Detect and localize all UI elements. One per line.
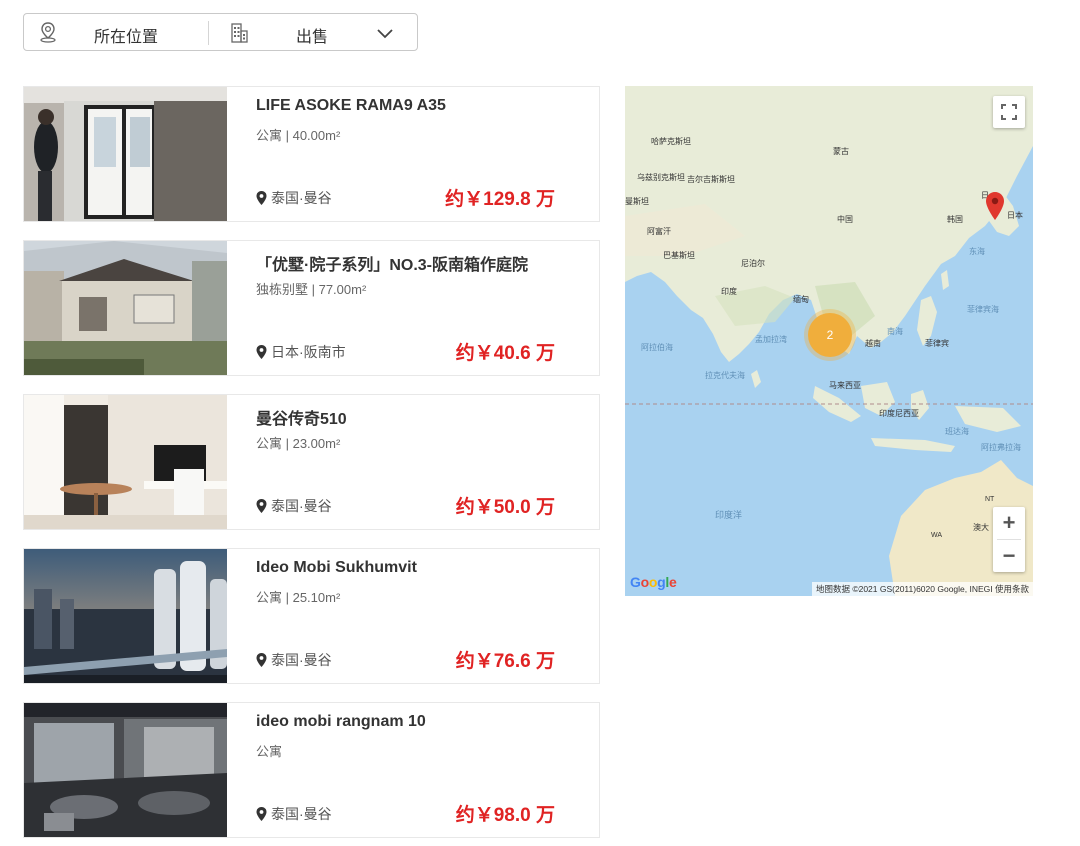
map-label: 马来西亚	[829, 381, 861, 390]
map-label: 班达海	[945, 427, 969, 436]
map-label: 阿拉弗拉海	[981, 443, 1021, 452]
map-label: 印度尼西亚	[879, 409, 919, 418]
map-label: 尼泊尔	[741, 259, 765, 268]
map-label: 阿拉伯海	[641, 343, 673, 352]
listing-location: 泰国·曼谷	[256, 496, 332, 516]
chevron-down-icon[interactable]	[376, 26, 394, 40]
map-label: 越南	[865, 339, 881, 348]
location-pin-icon	[256, 345, 267, 359]
listing-card[interactable]: 「优墅·院子系列」NO.3-阪南箱作庭院 独栋别墅 | 77.00m² 日本·阪…	[23, 240, 600, 376]
listing-card[interactable]: ideo mobi rangnam 10 公寓 泰国·曼谷 约￥98.0 万	[23, 702, 600, 838]
map-label: 印度	[721, 287, 737, 296]
map-attribution[interactable]: 地图数据 ©2021 GS(2011)6020 Google, INEGI 使用…	[811, 582, 1033, 596]
map-marker-icon[interactable]	[986, 192, 1004, 220]
map-label: 菲律宾海	[967, 305, 999, 314]
listing-location: 泰国·曼谷	[256, 804, 332, 824]
listing-photo[interactable]	[24, 241, 227, 375]
location-filter-label[interactable]: 所在位置	[94, 23, 158, 47]
listing-meta: 公寓	[256, 744, 283, 759]
map-label: 澳大	[973, 523, 989, 532]
listing-photo[interactable]	[24, 395, 227, 529]
fullscreen-button[interactable]	[993, 96, 1025, 128]
location-pin-icon	[256, 653, 267, 667]
listing-location-text: 日本·阪南市	[271, 344, 346, 360]
map-label: 中国	[837, 215, 853, 224]
listing-meta: 公寓 | 23.00m²	[256, 436, 341, 451]
map-label: 南海	[887, 327, 903, 336]
listing-price: 约￥129.8 万	[445, 189, 555, 210]
listing-location-text: 泰国·曼谷	[271, 190, 332, 206]
map-label: 印度洋	[715, 510, 743, 520]
map-label: 蒙古	[833, 147, 849, 156]
map-label: 拉克代夫海	[705, 371, 745, 380]
listing-meta: 独栋别墅 | 77.00m²	[256, 282, 367, 297]
location-pin-icon	[256, 807, 267, 821]
map-label: 吉尔吉斯斯坦	[687, 175, 735, 184]
listing-location-text: 泰国·曼谷	[271, 806, 332, 822]
listing-photo[interactable]	[24, 549, 227, 683]
map-label: 韩国	[947, 215, 963, 224]
map-label: 孟加拉湾	[755, 335, 787, 344]
location-pin-icon	[256, 191, 267, 205]
map-label: 乌兹别克斯坦	[637, 173, 685, 182]
listing-price: 约￥76.6 万	[455, 651, 555, 672]
map-label: NT	[985, 496, 995, 503]
listing-title[interactable]: Ideo Mobi Sukhumvit	[256, 559, 417, 577]
map-label: 缅甸	[793, 295, 809, 304]
map-label: 东海	[969, 247, 985, 256]
listing-price: 约￥40.6 万	[455, 343, 555, 364]
map-label: WA	[931, 532, 943, 539]
listing-location: 泰国·曼谷	[256, 650, 332, 670]
listing-price: 约￥98.0 万	[455, 805, 555, 826]
listing-location: 日本·阪南市	[256, 342, 346, 362]
listing-price: 约￥50.0 万	[455, 497, 555, 518]
listing-location-text: 泰国·曼谷	[271, 498, 332, 514]
listing-location-text: 泰国·曼谷	[271, 652, 332, 668]
map-label: 哈萨克斯坦	[651, 137, 691, 146]
map-label: 巴基斯坦	[663, 251, 695, 260]
listing-title[interactable]: 「优墅·院子系列」NO.3-阪南箱作庭院	[256, 251, 528, 275]
map-view[interactable]: 哈萨克斯坦 蒙古 乌兹别克斯坦 吉尔吉斯斯坦 曼斯坦 阿富汗 巴基斯坦 中国 尼…	[625, 86, 1033, 596]
zoom-control: + −	[993, 507, 1025, 572]
listing-meta: 公寓 | 40.00m²	[256, 128, 341, 143]
location-pin-icon[interactable]	[38, 21, 58, 43]
map-cluster-marker[interactable]: 2	[808, 313, 852, 357]
listing-location: 泰国·曼谷	[256, 188, 332, 208]
listing-title[interactable]: 曼谷传奇510	[256, 405, 347, 429]
building-icon[interactable]	[229, 22, 249, 44]
filter-divider	[208, 21, 209, 45]
map-label: 曼斯坦	[625, 197, 649, 206]
map-label: 阿富汗	[647, 227, 671, 236]
map-label: 日本	[1007, 211, 1023, 220]
listing-card[interactable]: Ideo Mobi Sukhumvit 公寓 | 25.10m² 泰国·曼谷 约…	[23, 548, 600, 684]
location-pin-icon	[256, 499, 267, 513]
google-logo[interactable]: Google	[630, 574, 677, 590]
fullscreen-icon	[1001, 104, 1017, 120]
listing-title[interactable]: ideo mobi rangnam 10	[256, 713, 426, 731]
sale-type-select[interactable]: 出售	[296, 23, 328, 47]
filter-bar: 所在位置 出售	[23, 13, 418, 51]
listing-title[interactable]: LIFE ASOKE RAMA9 A35	[256, 97, 446, 115]
listing-meta: 公寓 | 25.10m²	[256, 590, 341, 605]
listing-card[interactable]: LIFE ASOKE RAMA9 A35 公寓 | 40.00m² 泰国·曼谷 …	[23, 86, 600, 222]
zoom-in-button[interactable]: +	[993, 507, 1025, 539]
listing-photo[interactable]	[24, 87, 227, 221]
map-label: 菲律宾	[925, 339, 949, 348]
zoom-out-button[interactable]: −	[993, 540, 1025, 572]
listing-card[interactable]: 曼谷传奇510 公寓 | 23.00m² 泰国·曼谷 约￥50.0 万	[23, 394, 600, 530]
listing-photo[interactable]	[24, 703, 227, 837]
